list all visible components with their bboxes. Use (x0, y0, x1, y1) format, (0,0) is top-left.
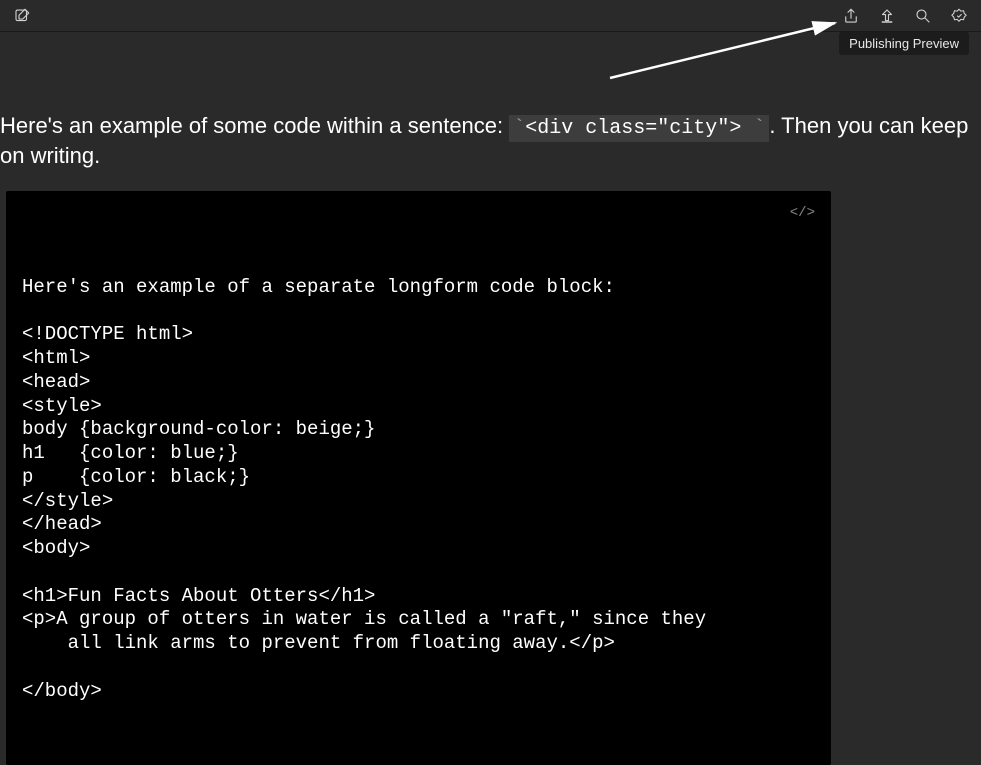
publish-icon[interactable] (877, 6, 897, 26)
toolbar (0, 0, 981, 32)
scrollbar[interactable] (969, 34, 979, 594)
settings-icon[interactable] (949, 6, 969, 26)
share-icon[interactable] (841, 6, 861, 26)
toolbar-left (12, 6, 32, 26)
code-block-icon: </> (790, 205, 815, 223)
text-before-inline-code: Here's an example of some code within a … (0, 113, 509, 138)
code-block-content: Here's an example of a separate longform… (22, 276, 815, 704)
toolbar-right (841, 6, 969, 26)
inline-code: `<div class="city"> ` (509, 115, 769, 142)
body-paragraph[interactable]: Here's an example of some code within a … (0, 32, 981, 171)
compose-icon[interactable] (12, 6, 32, 26)
content-area: Here's an example of some code within a … (0, 32, 981, 765)
search-icon[interactable] (913, 6, 933, 26)
code-block[interactable]: </> Here's an example of a separate long… (6, 191, 831, 765)
